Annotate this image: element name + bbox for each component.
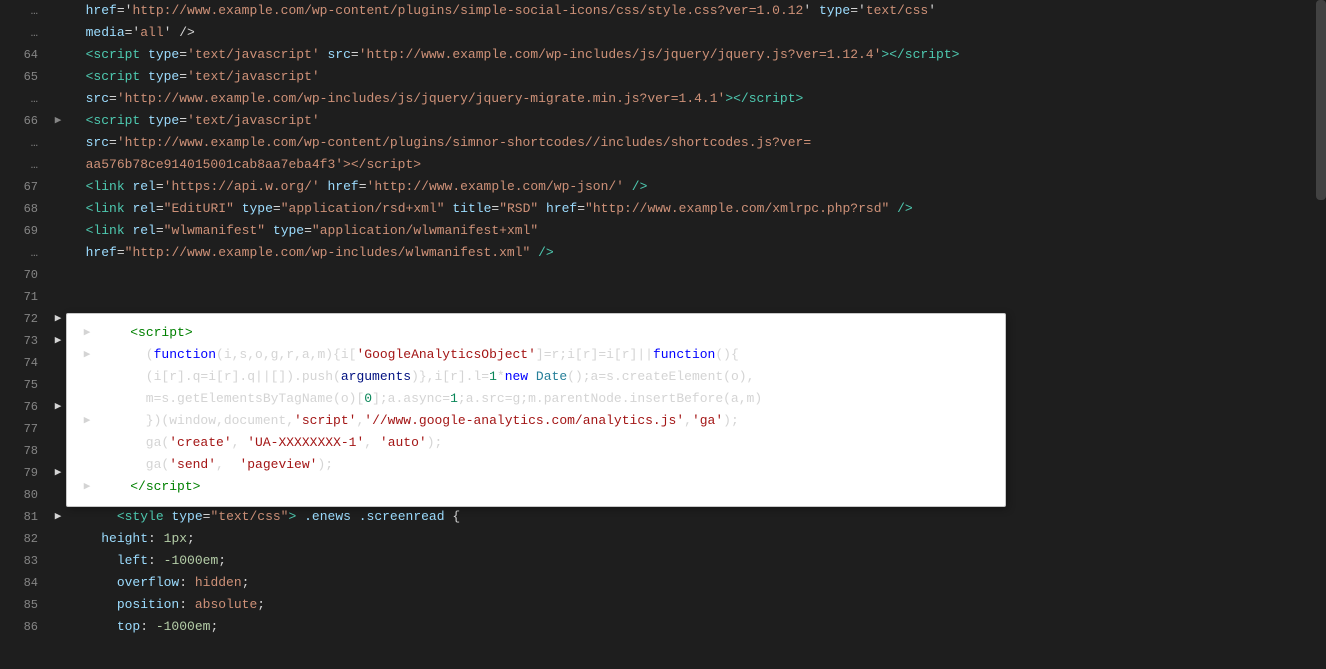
line-num-71: 71 [0, 286, 50, 308]
line-content-84: overflow: hidden; [66, 572, 1326, 594]
line-num-80: 80 [0, 484, 50, 506]
line-num-78: 78 [0, 440, 50, 462]
line-71: 71 [0, 286, 1326, 308]
line-num-75: 75 [0, 374, 50, 396]
line-num-83: 83 [0, 550, 50, 572]
line-num-69: 69 [0, 220, 50, 242]
popup-content-75: m=s.getElementsByTagName(o)[0];a.async=1… [99, 388, 993, 410]
line-content-e5: aa576b78ce914015001cab8aa7eba4f3'></scri… [66, 154, 1326, 176]
line-num-82: 82 [0, 528, 50, 550]
line-content-81: <style type="text/css"> .enews .screenre… [66, 506, 1326, 528]
line-arrow-72[interactable]: ▶ [50, 308, 66, 330]
line-num-67: 67 [0, 176, 50, 198]
line-85: 85 position: absolute; [0, 594, 1326, 616]
line-arrow-81[interactable]: ▶ [50, 506, 66, 528]
line-num-84: 84 [0, 572, 50, 594]
line-84: 84 overflow: hidden; [0, 572, 1326, 594]
code-area: … href='http://www.example.com/wp-conten… [0, 0, 1326, 669]
popup-arrow-79[interactable]: ▶ [79, 476, 95, 498]
line-81: 81 ▶ <style type="text/css"> .enews .scr… [0, 506, 1326, 528]
line-num-86: 86 [0, 616, 50, 638]
line-content-65: <script type='text/javascript' [66, 66, 1326, 88]
line-num-e3: … [0, 88, 50, 110]
line-ellipsis-6: … href="http://www.example.com/wp-includ… [0, 242, 1326, 264]
line-arrow-73[interactable]: ▶ [50, 330, 66, 352]
line-content-64: <script type='text/javascript' src='http… [66, 44, 1326, 66]
line-ellipsis-4: … src='http://www.example.com/wp-content… [0, 132, 1326, 154]
popup-arrow-72[interactable]: ▶ [79, 322, 95, 344]
line-num-76: 76 [0, 396, 50, 418]
popup-line-73: ▶ (function(i,s,o,g,r,a,m){i['GoogleAnal… [67, 344, 1005, 366]
popup-content-72: <script> [99, 322, 993, 344]
line-content-68: <link rel="EditURI" type="application/rs… [66, 198, 1326, 220]
line-69: 69 <link rel="wlwmanifest" type="applica… [0, 220, 1326, 242]
line-num-e1: … [0, 0, 50, 22]
popup-line-79: ▶ </script> [67, 476, 1005, 498]
popup-line-78: ga('send', 'pageview'); [67, 454, 1005, 476]
popup-content-79: </script> [99, 476, 993, 498]
popup-line-72: ▶ <script> [67, 322, 1005, 344]
line-content-86: top: -1000em; [66, 616, 1326, 638]
popup-line-76: ▶ })(window,document,'script','//www.goo… [67, 410, 1005, 432]
line-ellipsis-1: … href='http://www.example.com/wp-conten… [0, 0, 1326, 22]
line-num-e2: … [0, 22, 50, 44]
line-ellipsis-3: … src='http://www.example.com/wp-include… [0, 88, 1326, 110]
scrollbar-thumb[interactable] [1316, 0, 1326, 200]
popup-content-77: ga('create', 'UA-XXXXXXXX-1', 'auto'); [99, 432, 993, 454]
popup-arrow-76[interactable]: ▶ [79, 410, 95, 432]
line-content-85: position: absolute; [66, 594, 1326, 616]
editor-container: … href='http://www.example.com/wp-conten… [0, 0, 1326, 669]
line-num-79: 79 [0, 462, 50, 484]
popup-content-74: (i[r].q=i[r].q||[]).push(arguments)},i[r… [99, 366, 993, 388]
line-content-e3: src='http://www.example.com/wp-includes/… [66, 88, 1326, 110]
popup-line-74: (i[r].q=i[r].q||[]).push(arguments)},i[r… [67, 366, 1005, 388]
line-num-72: 72 [0, 308, 50, 330]
line-ellipsis-2: … media='all' /> [0, 22, 1326, 44]
line-65: 65 <script type='text/javascript' [0, 66, 1326, 88]
line-num-65: 65 [0, 66, 50, 88]
line-num-e4: … [0, 132, 50, 154]
line-64: 64 <script type='text/javascript' src='h… [0, 44, 1326, 66]
line-num-e6: … [0, 242, 50, 264]
line-content-e2: media='all' /> [66, 22, 1326, 44]
line-content-82: height: 1px; [66, 528, 1326, 550]
line-num-73: 73 [0, 330, 50, 352]
line-arrow-66[interactable]: ▶ [50, 110, 66, 132]
line-num-77: 77 [0, 418, 50, 440]
code-tooltip-popup: ▶ <script> ▶ (function(i,s,o,g,r,a,m){i[… [66, 313, 1006, 507]
line-83: 83 left: -1000em; [0, 550, 1326, 572]
line-content-66: <script type='text/javascript' [66, 110, 1326, 132]
line-86: 86 top: -1000em; [0, 616, 1326, 638]
popup-line-75: m=s.getElementsByTagName(o)[0];a.async=1… [67, 388, 1005, 410]
line-67: 67 <link rel='https://api.w.org/' href='… [0, 176, 1326, 198]
line-num-85: 85 [0, 594, 50, 616]
line-arrow-79[interactable]: ▶ [50, 462, 66, 484]
line-70: 70 [0, 264, 1326, 286]
line-num-64: 64 [0, 44, 50, 66]
line-num-66: 66 [0, 110, 50, 132]
line-arrow-76[interactable]: ▶ [50, 396, 66, 418]
line-num-e5: … [0, 154, 50, 176]
line-content-e1: href='http://www.example.com/wp-content/… [66, 0, 1326, 22]
scrollbar[interactable] [1316, 0, 1326, 669]
popup-arrow-73[interactable]: ▶ [79, 344, 95, 366]
line-content-83: left: -1000em; [66, 550, 1326, 572]
line-66: 66 ▶ <script type='text/javascript' [0, 110, 1326, 132]
popup-content-73: (function(i,s,o,g,r,a,m){i['GoogleAnalyt… [99, 344, 993, 366]
popup-content-78: ga('send', 'pageview'); [99, 454, 993, 476]
line-num-74: 74 [0, 352, 50, 374]
line-content-69: <link rel="wlwmanifest" type="applicatio… [66, 220, 1326, 242]
line-ellipsis-5: … aa576b78ce914015001cab8aa7eba4f3'></sc… [0, 154, 1326, 176]
line-num-68: 68 [0, 198, 50, 220]
popup-content-76: })(window,document,'script','//www.googl… [99, 410, 993, 432]
line-content-e6: href="http://www.example.com/wp-includes… [66, 242, 1326, 264]
popup-line-77: ga('create', 'UA-XXXXXXXX-1', 'auto'); [67, 432, 1005, 454]
line-num-81: 81 [0, 506, 50, 528]
line-content-e4: src='http://www.example.com/wp-content/p… [66, 132, 1326, 154]
line-68: 68 <link rel="EditURI" type="application… [0, 198, 1326, 220]
line-82: 82 height: 1px; [0, 528, 1326, 550]
line-num-70: 70 [0, 264, 50, 286]
line-content-67: <link rel='https://api.w.org/' href='htt… [66, 176, 1326, 198]
